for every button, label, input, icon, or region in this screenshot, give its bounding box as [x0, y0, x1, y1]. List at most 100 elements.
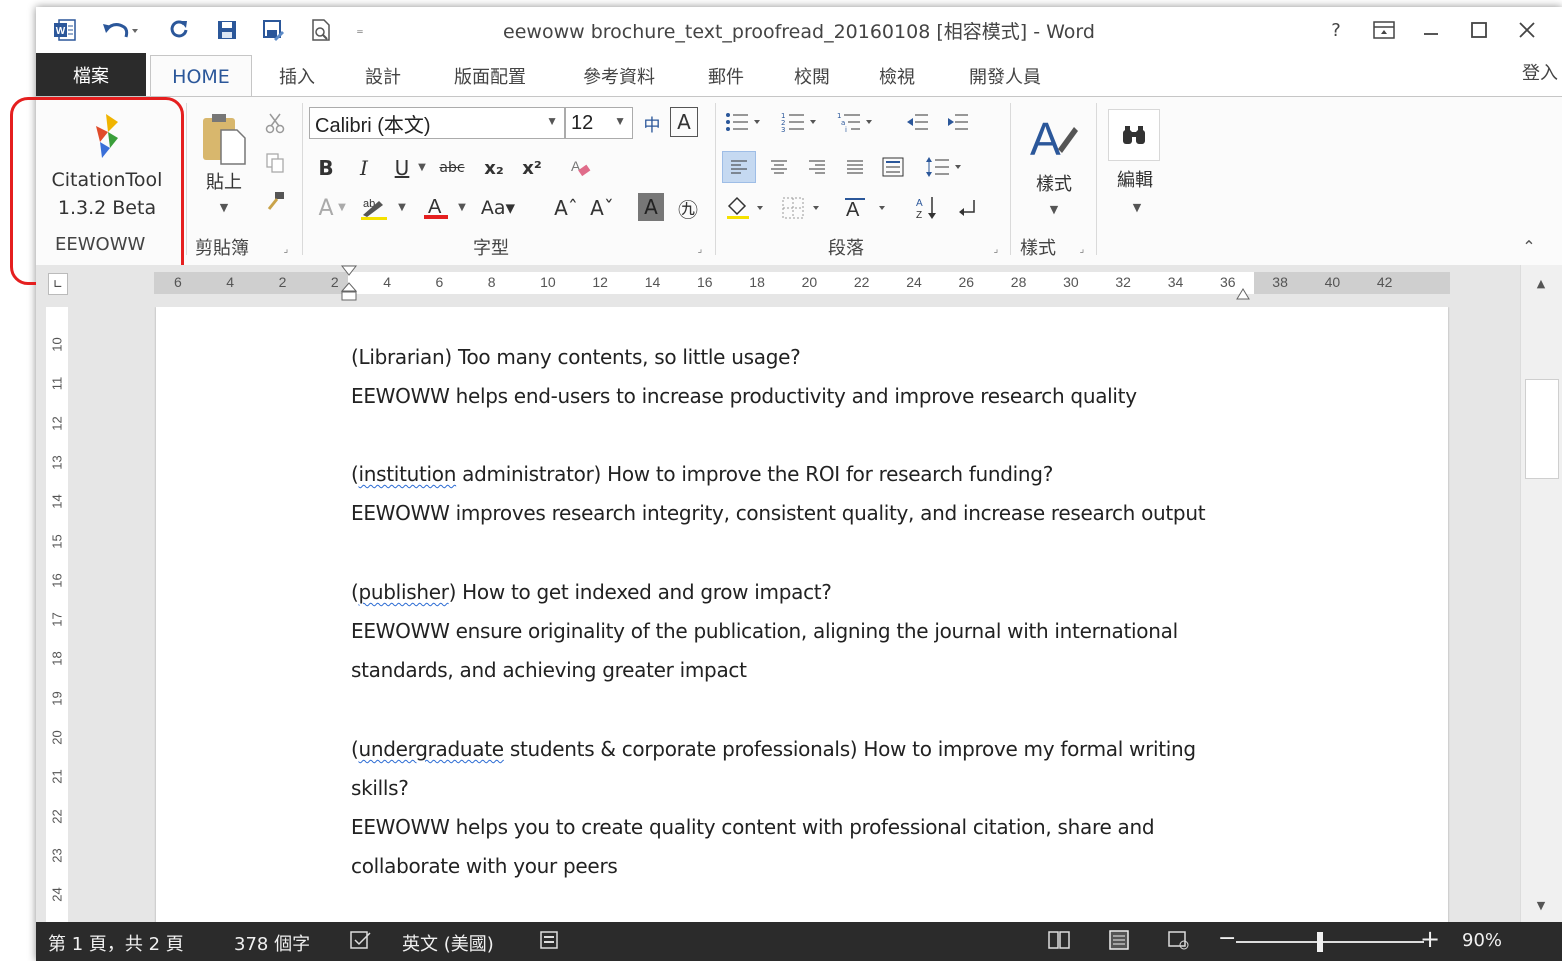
styles-icon[interactable]: A	[1026, 107, 1082, 167]
document-line[interactable]: EEWOWW helps end-users to increase produ…	[351, 384, 1137, 408]
tab-review[interactable]: 校閱	[787, 61, 837, 91]
vertical-ruler[interactable]: 10 11 12 13 14 15 16 17 18 19 20 21 22 23 24	[36, 307, 78, 922]
tab-developer[interactable]: 開發人員	[958, 61, 1052, 91]
character-border-icon[interactable]: A	[670, 107, 698, 137]
asian-layout-icon[interactable]: A	[840, 193, 898, 223]
proofing-icon[interactable]	[350, 930, 372, 955]
right-indent-marker-icon[interactable]	[1234, 283, 1252, 305]
document-line[interactable]: collaborate with your peers	[351, 854, 618, 878]
chevron-down-icon[interactable]: ▼	[396, 197, 408, 217]
document-line[interactable]: (Librarian) Too many contents, so little…	[351, 345, 801, 369]
subscript-icon[interactable]: x₂	[480, 153, 508, 183]
spelling-error-word[interactable]: publisher	[359, 580, 449, 604]
align-left-icon[interactable]	[722, 151, 756, 183]
multilevel-list-icon[interactable]: 1ai	[834, 107, 878, 137]
scroll-down-icon[interactable]: ▼	[1531, 895, 1551, 915]
scrollbar-thumb[interactable]	[1525, 379, 1559, 479]
chevron-down-icon[interactable]: ▼	[456, 197, 468, 217]
print-layout-icon[interactable]	[1108, 930, 1130, 955]
superscript-icon[interactable]: x²	[518, 153, 546, 183]
maximize-icon[interactable]	[1464, 15, 1494, 45]
chevron-down-icon[interactable]: ▼	[614, 114, 626, 128]
spelling-error-word[interactable]: institution	[359, 462, 457, 486]
clipboard-launcher-icon[interactable]: ⌟	[280, 243, 292, 255]
strikethrough-icon[interactable]: abc	[434, 153, 470, 183]
word-count[interactable]: 378 個字	[234, 930, 310, 956]
document-line[interactable]: EEWOWW ensure originality of the publica…	[351, 619, 1178, 643]
editing-label[interactable]: 編輯	[1108, 167, 1162, 191]
copy-icon[interactable]	[261, 149, 289, 177]
page-count[interactable]: 第 1 頁，共 2 頁	[48, 930, 184, 956]
collapse-ribbon-icon[interactable]: ⌃	[1518, 235, 1540, 257]
paste-label[interactable]: 貼上	[196, 169, 252, 193]
enclose-characters-icon[interactable]: ㊈	[674, 193, 702, 223]
tab-layout[interactable]: 版面配置	[443, 61, 537, 91]
paragraph-launcher-icon[interactable]: ⌟	[990, 243, 1002, 255]
numbering-icon[interactable]: 123	[778, 107, 822, 137]
paste-icon[interactable]	[196, 111, 252, 167]
tab-references[interactable]: 參考資料	[572, 61, 666, 91]
sign-in-link[interactable]: 登入	[1522, 57, 1562, 87]
tab-insert[interactable]: 插入	[272, 61, 322, 91]
document-page[interactable]: (Librarian) Too many contents, so little…	[156, 307, 1448, 922]
grow-font-icon[interactable]: Aˆ	[552, 193, 580, 223]
zoom-in-button[interactable]: +	[1420, 925, 1440, 953]
close-icon[interactable]	[1512, 15, 1542, 45]
chevron-down-icon[interactable]: ▼	[546, 114, 558, 128]
line-spacing-icon[interactable]	[922, 151, 968, 183]
language-indicator[interactable]: 英文 (美國)	[402, 930, 494, 956]
phonetic-guide-icon[interactable]: 中	[638, 107, 666, 139]
document-line[interactable]: EEWOWW improves research integrity, cons…	[351, 501, 1206, 525]
styles-label[interactable]: 樣式	[1026, 171, 1082, 195]
tab-file[interactable]: 檔案	[36, 53, 146, 97]
distributed-icon[interactable]	[876, 151, 910, 183]
chevron-down-icon[interactable]: ▼	[336, 197, 348, 217]
chevron-down-icon[interactable]: ▼	[416, 157, 428, 177]
web-layout-icon[interactable]	[1168, 930, 1190, 955]
sort-icon[interactable]: AZ	[912, 193, 942, 223]
shading-icon[interactable]	[722, 193, 772, 223]
show-hide-marks-icon[interactable]	[952, 193, 982, 223]
font-name-combobox[interactable]: Calibri (本文) ▼	[309, 107, 565, 139]
tab-home[interactable]: HOME	[150, 55, 252, 98]
zoom-slider[interactable]	[1236, 941, 1424, 943]
clear-formatting-icon[interactable]: A	[566, 153, 594, 183]
document-line[interactable]: (publisher) How to get indexed and grow …	[351, 580, 832, 604]
format-painter-icon[interactable]	[261, 187, 289, 215]
chevron-down-icon[interactable]: ▼	[1129, 199, 1145, 215]
justify-icon[interactable]	[838, 151, 872, 183]
document-area[interactable]: (Librarian) Too many contents, so little…	[78, 307, 1520, 922]
font-size-combobox[interactable]: 12 ▼	[565, 107, 633, 139]
cut-icon[interactable]	[261, 109, 289, 137]
document-line[interactable]: EEWOWW helps you to create quality conte…	[351, 815, 1155, 839]
spelling-error-word[interactable]: undergraduate	[359, 737, 505, 761]
font-color-icon[interactable]: A	[420, 191, 452, 223]
character-shading-icon[interactable]: A	[638, 193, 664, 221]
zoom-slider-thumb[interactable]	[1316, 932, 1323, 952]
macro-recording-icon[interactable]	[539, 930, 561, 955]
align-center-icon[interactable]	[762, 151, 796, 183]
borders-icon[interactable]	[778, 193, 828, 223]
indent-marker-icon[interactable]	[340, 265, 358, 307]
font-launcher-icon[interactable]: ⌟	[694, 243, 706, 255]
align-right-icon[interactable]	[800, 151, 834, 183]
scroll-up-icon[interactable]: ▲	[1531, 273, 1551, 293]
highlight-color-icon[interactable]: ab	[356, 191, 392, 223]
document-line[interactable]: standards, and achieving greater impact	[351, 658, 747, 682]
read-mode-icon[interactable]	[1048, 930, 1070, 955]
change-case-icon[interactable]: Aa▾	[476, 193, 520, 223]
shrink-font-icon[interactable]: Aˇ	[588, 193, 616, 223]
tab-selector-icon[interactable]: ∟	[48, 273, 68, 295]
vertical-scrollbar[interactable]: ▲ ▼	[1520, 265, 1562, 922]
zoom-level[interactable]: 90%	[1462, 930, 1502, 951]
decrease-indent-icon[interactable]	[904, 107, 932, 137]
document-line[interactable]: skills?	[351, 776, 409, 800]
bullets-icon[interactable]	[722, 107, 766, 137]
bold-icon[interactable]: B	[314, 153, 338, 183]
minimize-icon[interactable]	[1416, 15, 1446, 45]
zoom-out-button[interactable]: −	[1218, 926, 1236, 951]
italic-icon[interactable]: I	[352, 153, 376, 183]
tab-mailings[interactable]: 郵件	[701, 61, 751, 91]
styles-launcher-icon[interactable]: ⌟	[1076, 243, 1088, 255]
ribbon-display-options-icon[interactable]	[1369, 15, 1399, 45]
